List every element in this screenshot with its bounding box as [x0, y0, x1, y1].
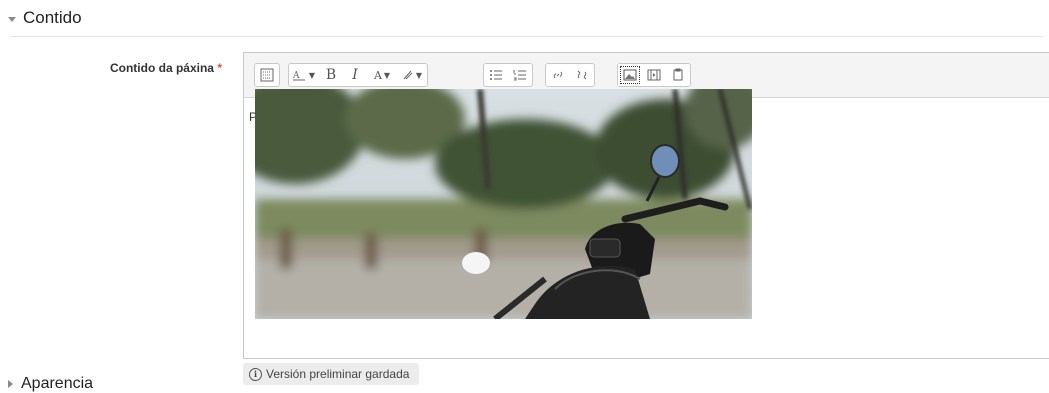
- show-more-icon[interactable]: [255, 64, 279, 86]
- draft-status-text: Versión preliminar gardada: [266, 367, 410, 381]
- collapse-caret-icon[interactable]: [8, 16, 16, 22]
- background-color-icon[interactable]: ▼: [397, 64, 427, 86]
- bold-icon[interactable]: B: [319, 64, 343, 86]
- motorcycle-photo[interactable]: [255, 89, 752, 319]
- font-color-icon[interactable]: A ▼: [367, 64, 397, 86]
- unordered-list-icon[interactable]: [484, 64, 508, 86]
- toolbar-group-media: [617, 63, 691, 87]
- font-size-icon[interactable]: A ▼: [289, 64, 319, 86]
- info-icon: i: [249, 367, 262, 381]
- section-divider: [10, 36, 1043, 37]
- section-title: Contido: [23, 8, 82, 27]
- link-icon[interactable]: [546, 64, 570, 86]
- image-icon[interactable]: [618, 64, 642, 86]
- toolbar-group-style: A ▼ B I A ▼ ▼: [288, 63, 428, 87]
- ordered-list-icon[interactable]: [508, 64, 532, 86]
- media-icon[interactable]: [642, 64, 666, 86]
- rich-text-editor[interactable]: A ▼ B I A ▼ ▼: [243, 52, 1049, 359]
- manage-files-icon[interactable]: [666, 64, 690, 86]
- draft-status-badge: i Versión preliminar gardada: [243, 363, 420, 385]
- toolbar-group-lists: [483, 63, 533, 87]
- field-label: Contido da páxina *: [86, 61, 222, 75]
- toolbar-group-more: [254, 63, 280, 87]
- section-title-aparencia: Aparencia: [21, 375, 94, 392]
- italic-icon[interactable]: I: [343, 64, 367, 86]
- unlink-icon[interactable]: [570, 64, 594, 86]
- required-icon: *: [217, 61, 222, 75]
- toolbar-group-links: [545, 63, 595, 87]
- section-header-contido[interactable]: Contido: [8, 8, 82, 28]
- section-header-aparencia[interactable]: Aparencia: [8, 375, 93, 393]
- field-label-text: Contido da páxina: [109, 61, 214, 75]
